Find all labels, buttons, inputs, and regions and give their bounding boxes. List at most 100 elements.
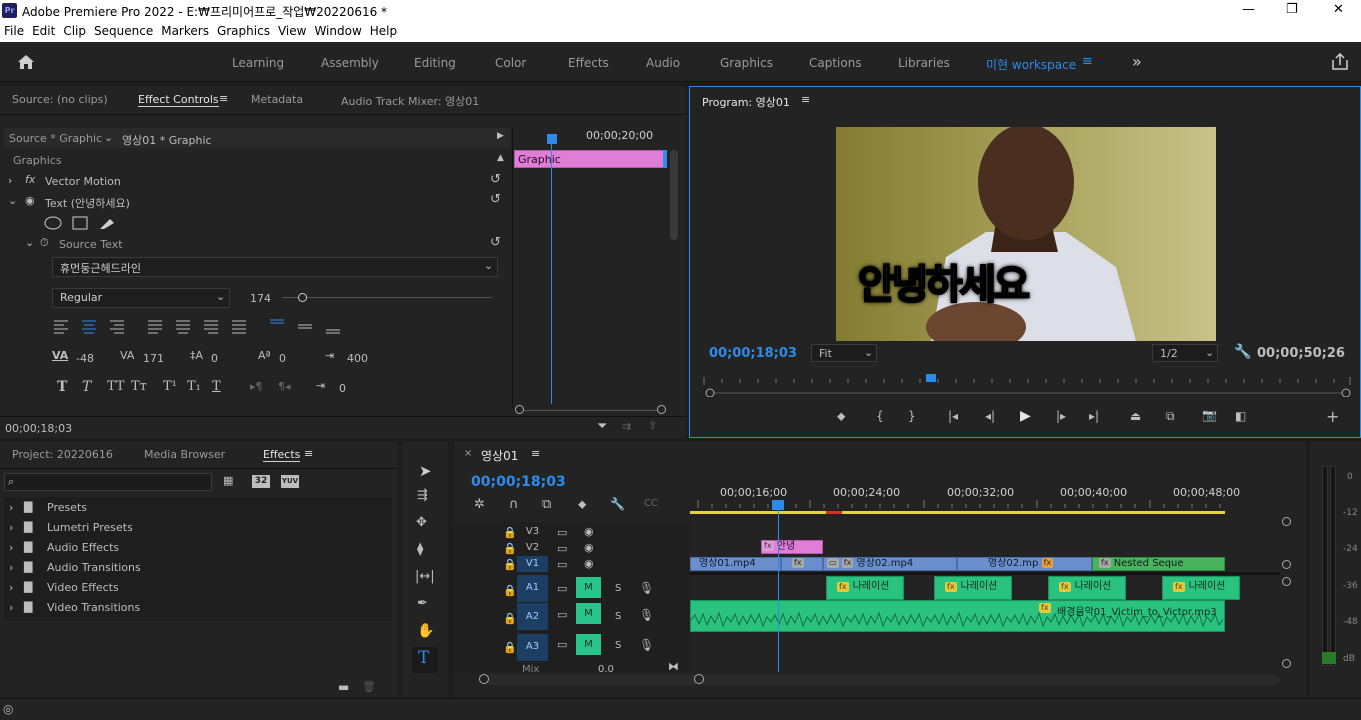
all-caps-icon[interactable]: TT — [107, 379, 125, 394]
a1-label[interactable]: A1 — [517, 580, 548, 596]
ec-timecode[interactable]: 00;00;18;03 — [5, 422, 72, 435]
menu-edit[interactable]: Edit — [28, 22, 59, 41]
v3-eye-icon[interactable]: ◉ — [584, 525, 594, 538]
faux-italic-icon[interactable]: T — [82, 379, 91, 395]
a3-lock-icon[interactable]: 🔒 — [503, 641, 517, 654]
timeline-ruler[interactable] — [690, 500, 1230, 516]
workspace-learning[interactable]: Learning — [232, 56, 284, 70]
timeline-playhead-line[interactable] — [778, 510, 779, 672]
v1-clip-2[interactable]: fx — [781, 557, 823, 571]
ec-zoom-bar[interactable] — [520, 410, 662, 411]
a-scroll-bottom[interactable] — [1282, 659, 1291, 668]
sequence-clip-label[interactable]: 영상01 * Graphic — [122, 132, 212, 148]
alignment-buttons[interactable] — [52, 318, 352, 334]
panel-menu-icon[interactable]: ≡ — [219, 92, 228, 105]
a1-solo-button[interactable]: S — [615, 583, 621, 594]
play-clip-icon[interactable]: ▶ — [497, 131, 504, 141]
faux-bold-icon[interactable]: T — [57, 379, 67, 395]
nest-toggle-icon[interactable]: ✲ — [474, 497, 485, 512]
workspace-captions[interactable]: Captions — [809, 56, 862, 70]
go-to-out-icon[interactable]: ▸| — [1089, 409, 1099, 423]
workspace-libraries[interactable]: Libraries — [898, 56, 950, 70]
timeline-marker-icon[interactable]: ⬥ — [578, 497, 586, 512]
v3-lock-icon[interactable]: 🔒 — [503, 526, 517, 539]
workspace-graphics[interactable]: Graphics — [720, 56, 773, 70]
menu-view[interactable]: View — [274, 22, 310, 41]
timeline-settings-icon[interactable]: 🔧 — [610, 497, 625, 511]
font-dropdown-icon[interactable]: ⌄ — [484, 259, 493, 272]
a1-clip-2[interactable]: fx 나레이션 — [934, 576, 1012, 600]
a2-music-clip[interactable]: fx 배경음악01_Victim_to_Victor.mp3 — [690, 600, 1225, 632]
underline-icon[interactable]: T — [212, 379, 221, 394]
settings-wrench-icon[interactable]: 🔧 — [1234, 344, 1251, 360]
workspace-active[interactable]: 미현 workspace — [986, 56, 1076, 73]
step-forward-icon[interactable]: |▸ — [1056, 409, 1066, 423]
collapse-up-icon[interactable]: ▲ — [497, 153, 504, 163]
menu-graphics[interactable]: Graphics — [213, 22, 274, 41]
effects-menu-icon[interactable]: ≡ — [304, 447, 313, 460]
program-scrubber[interactable] — [702, 373, 1352, 397]
mark-in-icon[interactable]: { — [876, 409, 884, 423]
a3-mute-button[interactable]: M — [576, 634, 601, 655]
accelerated-icon[interactable]: ▦ — [223, 474, 233, 487]
expand-video-effects-icon[interactable]: › — [9, 581, 13, 594]
expand-text-icon[interactable]: ⌄ — [8, 194, 17, 207]
superscript-icon[interactable]: T¹ — [163, 379, 177, 394]
a2-solo-button[interactable]: S — [615, 611, 621, 622]
type-tool-icon[interactable]: T — [418, 648, 429, 668]
expand-lumetri-icon[interactable]: › — [9, 521, 13, 534]
font-size-slider-handle[interactable] — [298, 293, 307, 302]
expand-source-text-icon[interactable]: ⌄ — [25, 236, 34, 249]
slip-tool-icon[interactable]: |↔| — [415, 569, 435, 584]
a1-voiceover-icon[interactable]: 🎙 — [639, 581, 654, 595]
selection-tool-icon[interactable]: ➤ — [419, 462, 432, 480]
close-button[interactable]: ✕ — [1333, 2, 1344, 17]
more-workspaces-icon[interactable]: » — [1132, 52, 1142, 71]
zoom-dropdown-icon[interactable]: ⌄ — [864, 346, 873, 359]
tracking-value[interactable]: 171 — [143, 352, 164, 365]
program-timecode[interactable]: 00;00;18;03 — [709, 346, 797, 361]
program-menu-icon[interactable]: ≡ — [801, 93, 810, 106]
expand-audio-effects-icon[interactable]: › — [9, 541, 13, 554]
zoom-handle-left[interactable] — [479, 674, 489, 684]
a2-label[interactable]: A2 — [517, 609, 548, 625]
workspace-menu-icon[interactable]: ≡ — [1082, 54, 1093, 69]
rtl-icon[interactable]: ¶◂ — [278, 380, 291, 393]
a1-lock-icon[interactable]: 🔒 — [503, 584, 517, 597]
v1-sync-icon[interactable]: ▭ — [557, 558, 567, 571]
workspace-effects[interactable]: Effects — [568, 56, 609, 70]
timeline-playhead-handle[interactable] — [772, 500, 784, 510]
sequence-menu-icon[interactable]: ≡ — [531, 447, 540, 460]
a3-sync-icon[interactable]: ▭ — [557, 638, 567, 651]
maximize-button[interactable]: ❐ — [1286, 2, 1298, 17]
lift-icon[interactable]: ⏏ — [1130, 409, 1141, 423]
track-select-tool-icon[interactable]: ⇶ — [417, 488, 428, 503]
export-icon[interactable]: ⇪ — [648, 419, 657, 432]
a2-mute-button[interactable]: M — [576, 603, 601, 624]
tab-project[interactable]: Project: 20220616 — [12, 448, 113, 461]
ltr-icon[interactable]: ▸¶ — [250, 380, 263, 393]
ec-zoom-handle-left[interactable] — [515, 405, 524, 414]
workspace-audio[interactable]: Audio — [646, 56, 680, 70]
timeline-zoom-bar[interactable] — [484, 675, 1279, 685]
tab-media-browser[interactable]: Media Browser — [144, 448, 225, 461]
a3-solo-button[interactable]: S — [615, 640, 621, 651]
workspace-assembly[interactable]: Assembly — [321, 56, 379, 70]
v-scroll-mid[interactable] — [1282, 560, 1291, 569]
a1-clip-3[interactable]: fx 나레이션 — [1048, 576, 1126, 600]
v1-clip-3[interactable]: ▭ fx 영상02.mp4 — [823, 557, 957, 571]
ec-playhead-line[interactable] — [551, 144, 552, 404]
a1-sync-icon[interactable]: ▭ — [557, 582, 567, 595]
v2-eye-icon[interactable]: ◉ — [584, 541, 594, 554]
hand-tool-icon[interactable]: ✋ — [417, 623, 434, 639]
reset-text-icon[interactable]: ↺ — [490, 192, 501, 207]
small-caps-icon[interactable]: Tт — [131, 379, 147, 394]
eye-icon[interactable]: ◉ — [25, 194, 35, 207]
effects-item-audio-effects[interactable]: Audio Effects — [47, 541, 119, 554]
tab-width-value[interactable]: 0 — [339, 382, 346, 395]
v3-sync-icon[interactable]: ▭ — [557, 526, 567, 539]
linked-selection-icon[interactable]: ⧉ — [542, 497, 551, 512]
baseline-value[interactable]: 0 — [279, 352, 286, 365]
ec-playhead-handle[interactable] — [547, 134, 557, 144]
snap-icon[interactable]: ∩ — [509, 497, 519, 512]
